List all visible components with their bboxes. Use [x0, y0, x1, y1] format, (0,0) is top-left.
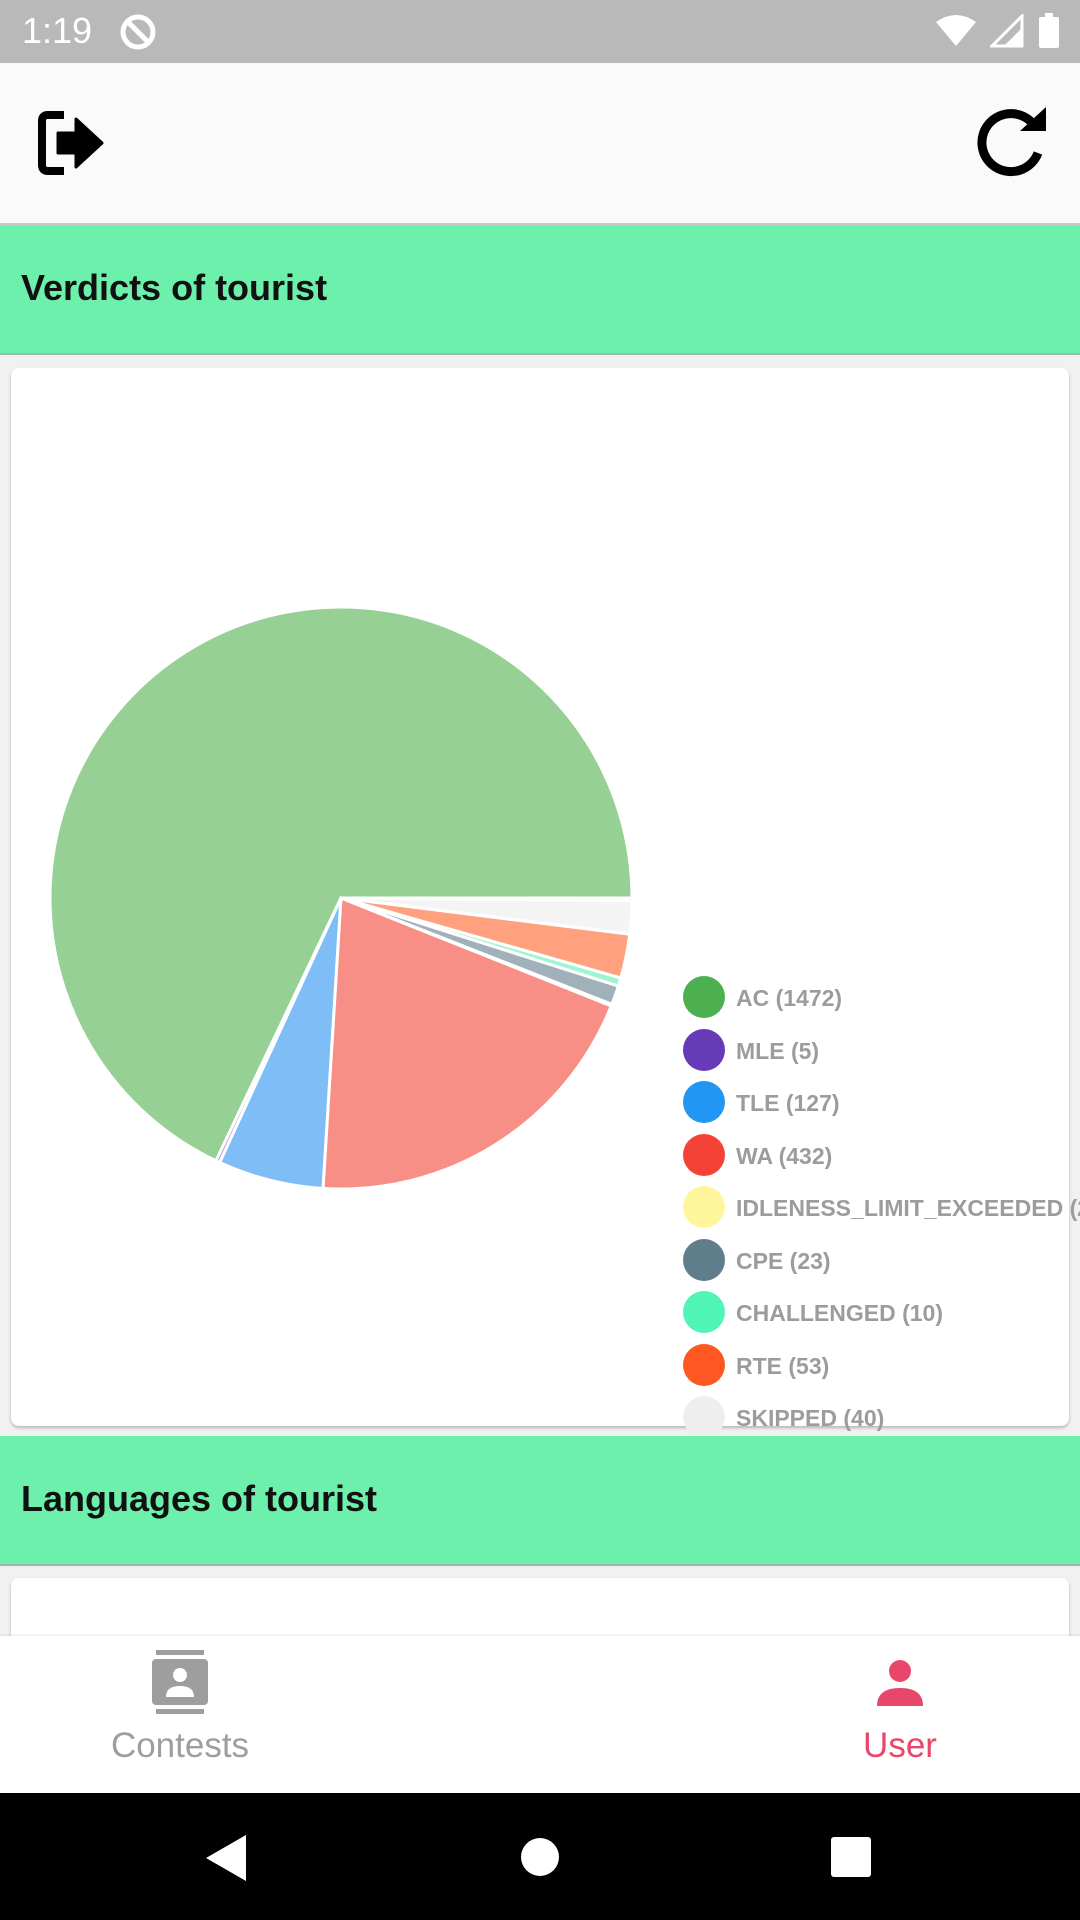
legend-color-swatch [683, 976, 725, 1018]
nav-contests[interactable]: Contests [50, 1636, 310, 1793]
legend-color-swatch [683, 1028, 725, 1071]
data-saver-icon [118, 12, 158, 57]
legend-item: MLE (5) [672, 1017, 1080, 1071]
legend-item: WA (432) [672, 1122, 1080, 1176]
user-icon [877, 1660, 923, 1711]
app-bar [0, 63, 1080, 225]
legend-label: CHALLENGED (10) [736, 1300, 944, 1326]
legend-color-swatch [683, 1133, 725, 1176]
nav-contests-label: Contests [110, 1726, 250, 1765]
verdicts-chart-card: AC (1472) MLE (5) TLE (127) WA (432) IDLENES… [11, 368, 1080, 1543]
nav-user-label: User [863, 1726, 937, 1765]
home-icon[interactable] [520, 1837, 560, 1882]
legend-item: IDLENESS_LIMIT_EXCEEDED (2) [672, 1174, 1080, 1228]
verdicts-header: Verdicts of tourist [0, 225, 1080, 355]
legend-label: CPE (23) [736, 1247, 831, 1274]
legend-color-swatch [683, 1291, 725, 1333]
contacts-icon [152, 1650, 208, 1719]
status-bar: 1:19 [0, 0, 1080, 63]
legend-color-swatch [683, 1343, 725, 1386]
legend-color-swatch [683, 1238, 725, 1281]
legend-label: IDLENESS_LIMIT_EXCEEDED (2) [736, 1195, 1080, 1221]
legend-color-swatch [683, 1081, 725, 1123]
nav-user[interactable]: User [770, 1636, 1030, 1793]
logout-button[interactable] [36, 107, 108, 179]
pie-slice [340, 896, 634, 902]
legend-item: TLE (127) [672, 1069, 1080, 1123]
legend-item: RTE (53) [672, 1332, 1080, 1386]
legend-color-swatch [683, 1396, 725, 1438]
legend-item: CHALLENGED (10) [672, 1279, 1080, 1333]
legend-label: WA (432) [736, 1142, 833, 1169]
verdicts-title: Verdicts of tourist [21, 267, 328, 308]
status-icons [936, 12, 1060, 54]
logout-icon [38, 111, 104, 175]
legend-item: SKIPPED (40) [672, 1384, 1080, 1438]
legend-label: AC (1472) [736, 985, 843, 1011]
legend-label: MLE (5) [736, 1037, 820, 1064]
legend-label: SKIPPED (40) [736, 1405, 885, 1431]
languages-header: Languages of tourist [0, 1436, 1080, 1566]
legend-color-swatch [683, 1186, 725, 1228]
legend-item: CPE (23) [672, 1227, 1080, 1281]
system-navigation-bar [0, 1793, 1080, 1920]
recents-icon[interactable] [831, 1837, 871, 1882]
legend-label: RTE (53) [736, 1352, 830, 1379]
languages-title: Languages of tourist [21, 1478, 378, 1519]
legend-label: TLE (127) [736, 1090, 840, 1116]
signal-icon [988, 12, 1024, 53]
bottom-navigation: Contests User [0, 1636, 1080, 1793]
legend-item: AC (1472) [672, 964, 1080, 1018]
refresh-icon [977, 107, 1046, 177]
back-icon[interactable] [206, 1835, 248, 1886]
battery-icon [1038, 13, 1060, 54]
refresh-button[interactable] [972, 103, 1052, 183]
wifi-icon [936, 14, 976, 53]
status-time: 1:19 [22, 10, 93, 51]
